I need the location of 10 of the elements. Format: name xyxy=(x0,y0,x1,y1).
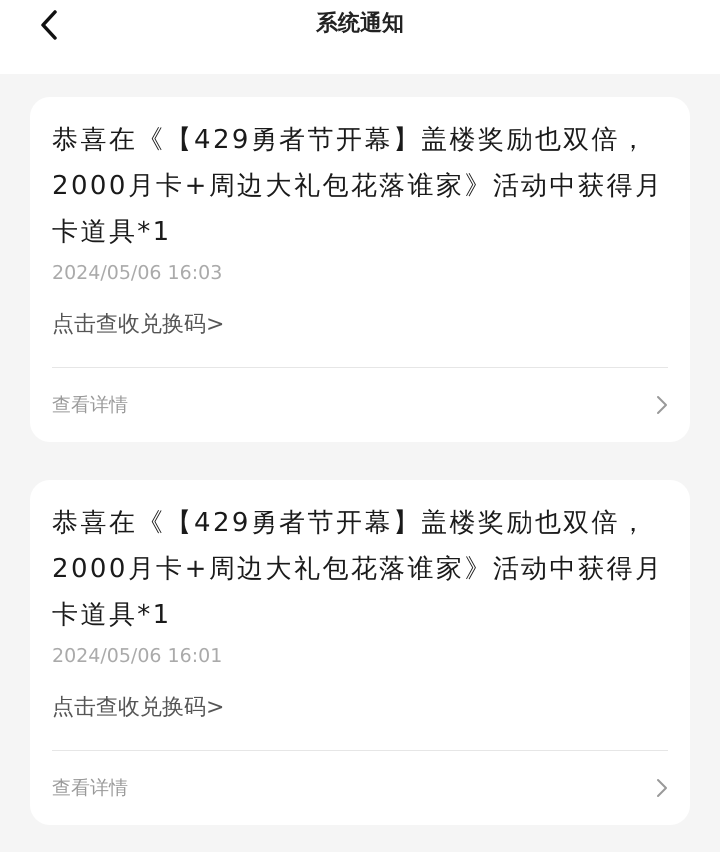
notice-time: 2024/05/06 16:03 xyxy=(52,261,224,286)
chevron-right-icon[interactable] xyxy=(656,778,668,798)
page-title: 系统通知 xyxy=(314,10,405,38)
redeem-code-link[interactable]: 点击查收兑换码> xyxy=(52,692,224,724)
notice-message: 恭喜在《【429勇者节开幕】盖楼奖励也双倍，2000月卡+周边大礼包花落谁家》活动中获得月卡道具*1 xyxy=(52,124,664,249)
back-icon xyxy=(40,10,58,40)
notice-message: 恭喜在《【429勇者节开幕】盖楼奖励也双倍，2000月卡+周边大礼包花落谁家》活动中获得月卡道具*1 xyxy=(52,507,664,632)
notice-time: 2024/05/06 16:01 xyxy=(52,644,224,669)
redeem-code-link[interactable]: 点击查收兑换码> xyxy=(52,309,224,341)
chevron-right-icon[interactable] xyxy=(656,395,668,415)
